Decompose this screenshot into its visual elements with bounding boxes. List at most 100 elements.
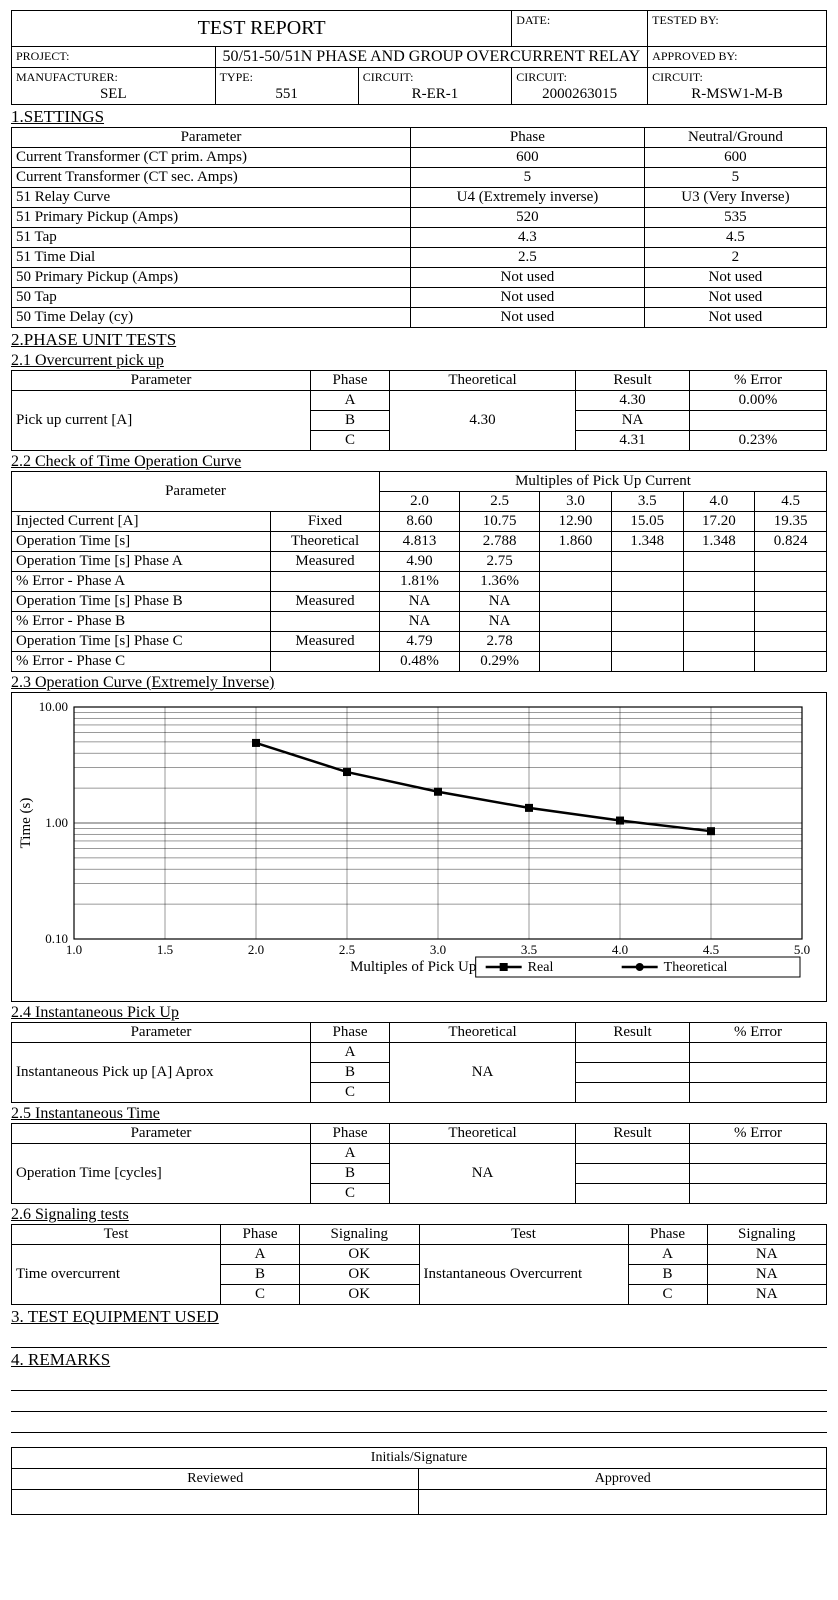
inst-result (576, 1083, 690, 1103)
t22-val (540, 612, 612, 632)
t21-phase: B (311, 411, 390, 431)
t26-right-name: Instantaneous Overcurrent (419, 1245, 628, 1305)
t22-note: Theoretical (271, 532, 380, 552)
t21-phase: A (311, 391, 390, 411)
sec2_4-title: 2.4 Instantaneous Pick Up (11, 1004, 827, 1022)
settings-phase: Not used (411, 308, 645, 328)
t26-right-phase: C (628, 1285, 707, 1305)
inst-error (690, 1164, 827, 1184)
sec4-title: 4. REMARKS (11, 1350, 827, 1370)
t22-val (611, 612, 683, 632)
t22-val: 0.29% (460, 652, 540, 672)
t22-val: 19.35 (755, 512, 827, 532)
t26-left-sig: OK (300, 1285, 420, 1305)
t26-right-sig: NA (707, 1285, 827, 1305)
inst-error (690, 1083, 827, 1103)
t21-result: 4.31 (576, 431, 690, 451)
settings-neutral: 4.5 (644, 228, 826, 248)
t22-mult: 2.0 (380, 492, 460, 512)
t22-note (271, 652, 380, 672)
inst-col: Theoretical (390, 1023, 576, 1043)
settings-phase: 5 (411, 168, 645, 188)
t22-mult: 3.0 (540, 492, 612, 512)
t22-note (271, 612, 380, 632)
t22-val: NA (380, 612, 460, 632)
inst-col: % Error (690, 1023, 827, 1043)
svg-text:2.5: 2.5 (339, 942, 355, 957)
t22-val: 1.36% (460, 572, 540, 592)
t22-note: Fixed (271, 512, 380, 532)
inst-phase: C (311, 1083, 390, 1103)
t22-note: Measured (271, 552, 380, 572)
t26-left-sig: OK (300, 1265, 420, 1285)
settings-neutral: 5 (644, 168, 826, 188)
t22-val (755, 592, 827, 612)
t21-theo: 4.30 (390, 391, 576, 451)
inst-col: % Error (690, 1124, 827, 1144)
settings-param: 50 Tap (12, 288, 411, 308)
t22-val (540, 592, 612, 612)
svg-text:Theoretical: Theoretical (664, 960, 728, 975)
t21-param: Pick up current [A] (12, 391, 311, 451)
inst-param: Instantaneous Pick up [A] Aprox (12, 1043, 311, 1103)
t22-val (755, 652, 827, 672)
circuit1-value: R-ER-1 (363, 86, 508, 103)
t22-val (755, 632, 827, 652)
t26-right-phase: B (628, 1265, 707, 1285)
t22-val: 1.348 (611, 532, 683, 552)
circuit1-label: CIRCUIT: (363, 70, 414, 84)
t22-val: 4.79 (380, 632, 460, 652)
settings-col: Parameter (12, 128, 411, 148)
settings-phase: 4.3 (411, 228, 645, 248)
svg-text:Real: Real (528, 960, 554, 975)
signature-box: Initials/Signature ReviewedApproved (11, 1447, 827, 1515)
t26-left-name: Time overcurrent (12, 1245, 221, 1305)
t22-val: NA (380, 592, 460, 612)
t22-val (611, 552, 683, 572)
inst-theo: NA (390, 1144, 576, 1204)
settings-table: ParameterPhaseNeutral/GroundCurrent Tran… (11, 127, 827, 328)
t22-label: Operation Time [s] Phase A (12, 552, 271, 572)
inst-col: Parameter (12, 1023, 311, 1043)
inst-pickup-table: ParameterPhaseTheoreticalResult% ErrorIn… (11, 1022, 827, 1103)
t21-col: Result (576, 371, 690, 391)
t22-val (540, 572, 612, 592)
t22-val: 2.788 (460, 532, 540, 552)
t21-error: 0.23% (690, 431, 827, 451)
t22-val: 2.75 (460, 552, 540, 572)
svg-text:1.5: 1.5 (157, 942, 173, 957)
t22-note (271, 572, 380, 592)
tested-by-label: TESTED BY: (652, 13, 719, 27)
inst-result (576, 1043, 690, 1063)
inst-result (576, 1063, 690, 1083)
t22-val: 8.60 (380, 512, 460, 532)
svg-text:2.0: 2.0 (248, 942, 264, 957)
settings-phase: Not used (411, 288, 645, 308)
settings-param: 50 Primary Pickup (Amps) (12, 268, 411, 288)
sec2_5-title: 2.5 Instantaneous Time (11, 1105, 827, 1123)
t22-val: 0.824 (755, 532, 827, 552)
inst-phase: A (311, 1043, 390, 1063)
t26-col: Test (419, 1225, 628, 1245)
t26-left-sig: OK (300, 1245, 420, 1265)
inst-col: Phase (311, 1023, 390, 1043)
sig-header: Initials/Signature (12, 1448, 827, 1469)
t21-result: NA (576, 411, 690, 431)
svg-text:0.10: 0.10 (45, 931, 68, 946)
circuit3-value: R-MSW1-M-B (652, 86, 822, 103)
sec2_3-title: 2.3 Operation Curve (Extremely Inverse) (11, 674, 827, 692)
t22-val (755, 612, 827, 632)
operation-curve-chart: 1.01.52.02.53.03.54.04.55.00.101.0010.00… (11, 692, 827, 1002)
t22-val (683, 552, 755, 572)
t22-note: Measured (271, 632, 380, 652)
mfr-label: MANUFACTURER: (16, 70, 118, 84)
t22-val (540, 652, 612, 672)
approved-by-label: APPROVED BY: (652, 49, 737, 63)
inst-col: Phase (311, 1124, 390, 1144)
svg-text:3.5: 3.5 (521, 942, 537, 957)
settings-phase: 2.5 (411, 248, 645, 268)
t22-val: 17.20 (683, 512, 755, 532)
settings-param: 51 Tap (12, 228, 411, 248)
t22-val (611, 592, 683, 612)
t22-mult: 4.0 (683, 492, 755, 512)
